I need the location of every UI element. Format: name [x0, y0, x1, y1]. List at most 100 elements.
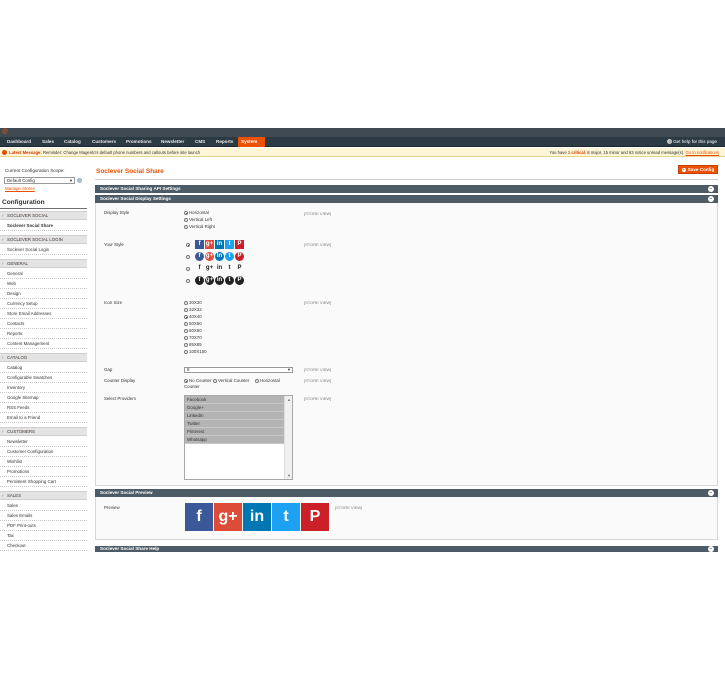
sidebar-item[interactable]: Tax	[0, 531, 87, 541]
sidebar-section-header[interactable]: › CUSTOMERS	[0, 427, 87, 436]
help-header[interactable]: Soclever Social Share Help −	[95, 546, 718, 552]
icon-size-radio[interactable]: 30X30	[184, 300, 202, 305]
help-icon[interactable]: ?	[77, 178, 82, 183]
radio-vertical-right[interactable]: Vertical Right	[184, 224, 215, 229]
icon-size-radio[interactable]: 70X70	[184, 335, 202, 340]
provider-option[interactable]: Pinterest	[185, 428, 284, 436]
provider-option[interactable]: LinkedIn	[185, 412, 284, 420]
nav-sales[interactable]: Sales	[39, 137, 57, 147]
style-row-plain: f g+ in t P	[195, 264, 245, 274]
style-radio-2[interactable]	[186, 254, 191, 259]
sidebar-item[interactable]: Reports	[0, 329, 87, 339]
provider-option[interactable]: Whatsapp	[185, 436, 284, 444]
provider-option[interactable]: Twitter	[185, 420, 284, 428]
sidebar-item[interactable]: Web	[0, 279, 87, 289]
sidebar-item[interactable]: Store Email Addresses	[0, 309, 87, 319]
sidebar-section-header[interactable]: › SOCLEVER SOCIAL	[0, 211, 87, 220]
preview-header[interactable]: Soclever Social Preview −	[95, 489, 718, 497]
sidebar-section-header[interactable]: › SOCLEVER SOCIAL LOGIN	[0, 235, 87, 244]
sidebar-item[interactable]: Newsletter	[0, 437, 87, 447]
sidebar-item[interactable]: Soclever Social Share	[0, 221, 87, 231]
api-settings-header[interactable]: Soclever Social Sharing API Settings −	[95, 185, 718, 193]
radio-dot	[184, 335, 188, 340]
scope-select[interactable]: Default Config ▼	[4, 177, 75, 184]
sidebar-item[interactable]: Wishlist	[0, 457, 87, 467]
radio-horizontal-counter[interactable]: Horizontal	[255, 378, 280, 383]
icon-size-radio[interactable]: 100X100	[184, 349, 207, 354]
pinterest-icon[interactable]: P	[301, 503, 329, 531]
nav-cms[interactable]: CMS	[192, 137, 208, 147]
facebook-icon[interactable]: f	[185, 503, 213, 531]
sidebar-item[interactable]: RSS Feeds	[0, 403, 87, 413]
icon-size-radio[interactable]: 60X60	[184, 328, 202, 333]
sidebar-item[interactable]: Email to a Friend	[0, 413, 87, 423]
save-config-button[interactable]: + Save Config	[678, 165, 718, 174]
style-radio-3[interactable]	[186, 266, 191, 271]
sidebar-section-header[interactable]: › GENERAL	[0, 259, 87, 268]
sidebar-item[interactable]: Inventory	[0, 383, 87, 393]
icon-size-radio[interactable]: 85X85	[184, 342, 202, 347]
nav-catalog[interactable]: Catalog	[61, 137, 84, 147]
notifications-link[interactable]: Go to notifications	[685, 150, 719, 155]
admin-header: @	[0, 128, 725, 137]
scrollbar[interactable]: ▲ ▼	[284, 396, 292, 479]
radio-vertical-left[interactable]: Vertical Left	[184, 217, 212, 222]
nav-customers[interactable]: Customers	[89, 137, 119, 147]
sidebar-item[interactable]: Catalog	[0, 363, 87, 373]
nav-reports[interactable]: Reports	[213, 137, 236, 147]
icon-size-radio[interactable]: 40X40	[184, 314, 202, 319]
sidebar-item[interactable]: Currency Setup	[0, 299, 87, 309]
store-view-label: [STORE VIEW]	[304, 367, 332, 372]
provider-option[interactable]: Facebook	[185, 396, 284, 404]
sidebar-item[interactable]: Design	[0, 289, 87, 299]
nav-promotions[interactable]: Promotions	[123, 137, 155, 147]
save-label: Save Config	[687, 167, 715, 172]
scroll-down-icon[interactable]: ▼	[287, 473, 291, 478]
collapse-icon[interactable]: −	[708, 546, 714, 552]
collapse-icon[interactable]: −	[708, 186, 714, 192]
icon-size-radio[interactable]: 32X32	[184, 307, 202, 312]
display-settings-header[interactable]: Soclever Social Display Settings −	[95, 195, 718, 203]
radio-no-counter[interactable]: No Counter	[184, 378, 211, 383]
linkedin-icon[interactable]: in	[243, 503, 271, 531]
sidebar-item[interactable]: Contacts	[0, 319, 87, 329]
sidebar-section-header[interactable]: › CATALOG	[0, 353, 87, 362]
google-plus-icon[interactable]: g+	[214, 503, 242, 531]
provider-option[interactable]: Google+	[185, 404, 284, 412]
counter-display-label: Counter Display	[104, 378, 136, 383]
nav-newsletter[interactable]: Newsletter	[158, 137, 187, 147]
sidebar-item[interactable]: Soclever Social Login	[0, 245, 87, 255]
style-radio-4[interactable]	[186, 278, 191, 283]
radio-dot	[184, 378, 188, 383]
manage-stores-link[interactable]: Manage Stores	[5, 186, 35, 191]
scroll-up-icon[interactable]: ▲	[287, 397, 291, 402]
collapse-icon[interactable]: −	[708, 490, 714, 496]
twitter-icon: t	[225, 240, 234, 249]
sidebar-item[interactable]: Checkout	[0, 541, 87, 551]
radio-dot	[184, 224, 188, 229]
sidebar-item[interactable]: Configurable Swatches	[0, 373, 87, 383]
radio-vertical-counter[interactable]: Vertical Counter	[213, 378, 249, 383]
icon-size-radio[interactable]: 50X50	[184, 321, 202, 326]
sidebar-item[interactable]: Promotions	[0, 467, 87, 477]
sidebar-item[interactable]: Sales	[0, 501, 87, 511]
radio-dot	[186, 242, 190, 247]
sidebar-item[interactable]: Content Management	[0, 339, 87, 349]
nav-dashboard[interactable]: Dashboard	[4, 137, 34, 147]
twitter-icon[interactable]: t	[272, 503, 300, 531]
sidebar-item[interactable]: Sales Emails	[0, 511, 87, 521]
question-icon: ?	[667, 139, 673, 145]
nav-system[interactable]: System	[238, 137, 265, 147]
gap-select[interactable]: 8 ▼	[184, 367, 293, 373]
providers-multiselect[interactable]: Facebook Google+ LinkedIn Twitter Pinter…	[184, 395, 293, 480]
sidebar-item[interactable]: Google Sitemap	[0, 393, 87, 403]
sidebar-item[interactable]: Persistent Shopping Cart	[0, 477, 87, 487]
sidebar-item[interactable]: General	[0, 269, 87, 279]
sidebar-section-header[interactable]: › SALES	[0, 491, 87, 500]
sidebar-item[interactable]: PDF Print-outs	[0, 521, 87, 531]
sidebar-item[interactable]: Customer Configuration	[0, 447, 87, 457]
radio-horizontal[interactable]: Horizontal	[184, 210, 209, 215]
collapse-icon[interactable]: −	[708, 196, 714, 202]
style-radio-1[interactable]	[186, 242, 191, 247]
help-link[interactable]: ? Get help for this page	[667, 137, 717, 147]
